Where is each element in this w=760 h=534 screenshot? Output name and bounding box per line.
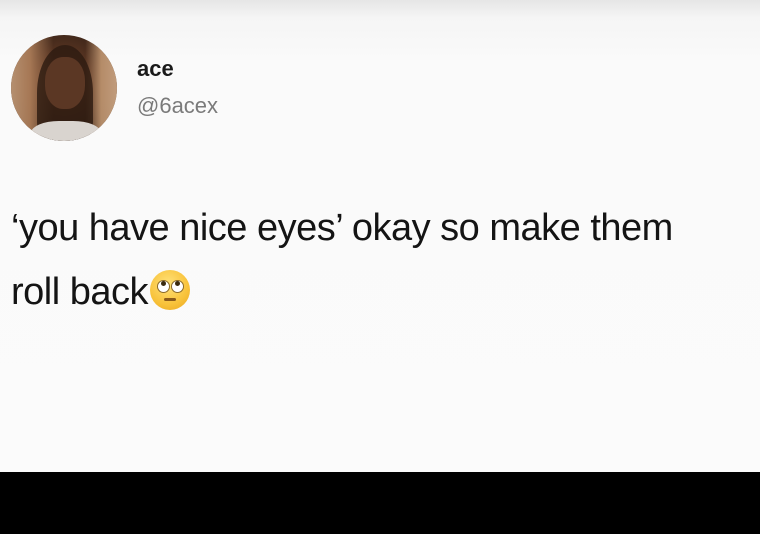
avatar[interactable]	[11, 35, 117, 141]
bottom-black-bar	[0, 472, 760, 534]
emoji-mouth	[164, 298, 176, 301]
emoji-right-eye	[171, 280, 184, 293]
avatar-shirt	[31, 121, 101, 141]
display-name[interactable]: ace	[137, 56, 174, 82]
tweet-card: ace @6acex ‘you have nice eyes’ okay so …	[0, 0, 760, 472]
tweet-text-content: ‘you have nice eyes’ okay so make them r…	[11, 207, 673, 313]
emoji-left-eye	[157, 280, 170, 293]
avatar-face	[45, 57, 85, 109]
face-with-rolling-eyes-icon	[150, 270, 190, 310]
tweet-text: ‘you have nice eyes’ okay so make them r…	[11, 196, 731, 324]
screenshot: ace @6acex ‘you have nice eyes’ okay so …	[0, 0, 760, 534]
user-handle[interactable]: @6acex	[137, 93, 218, 119]
